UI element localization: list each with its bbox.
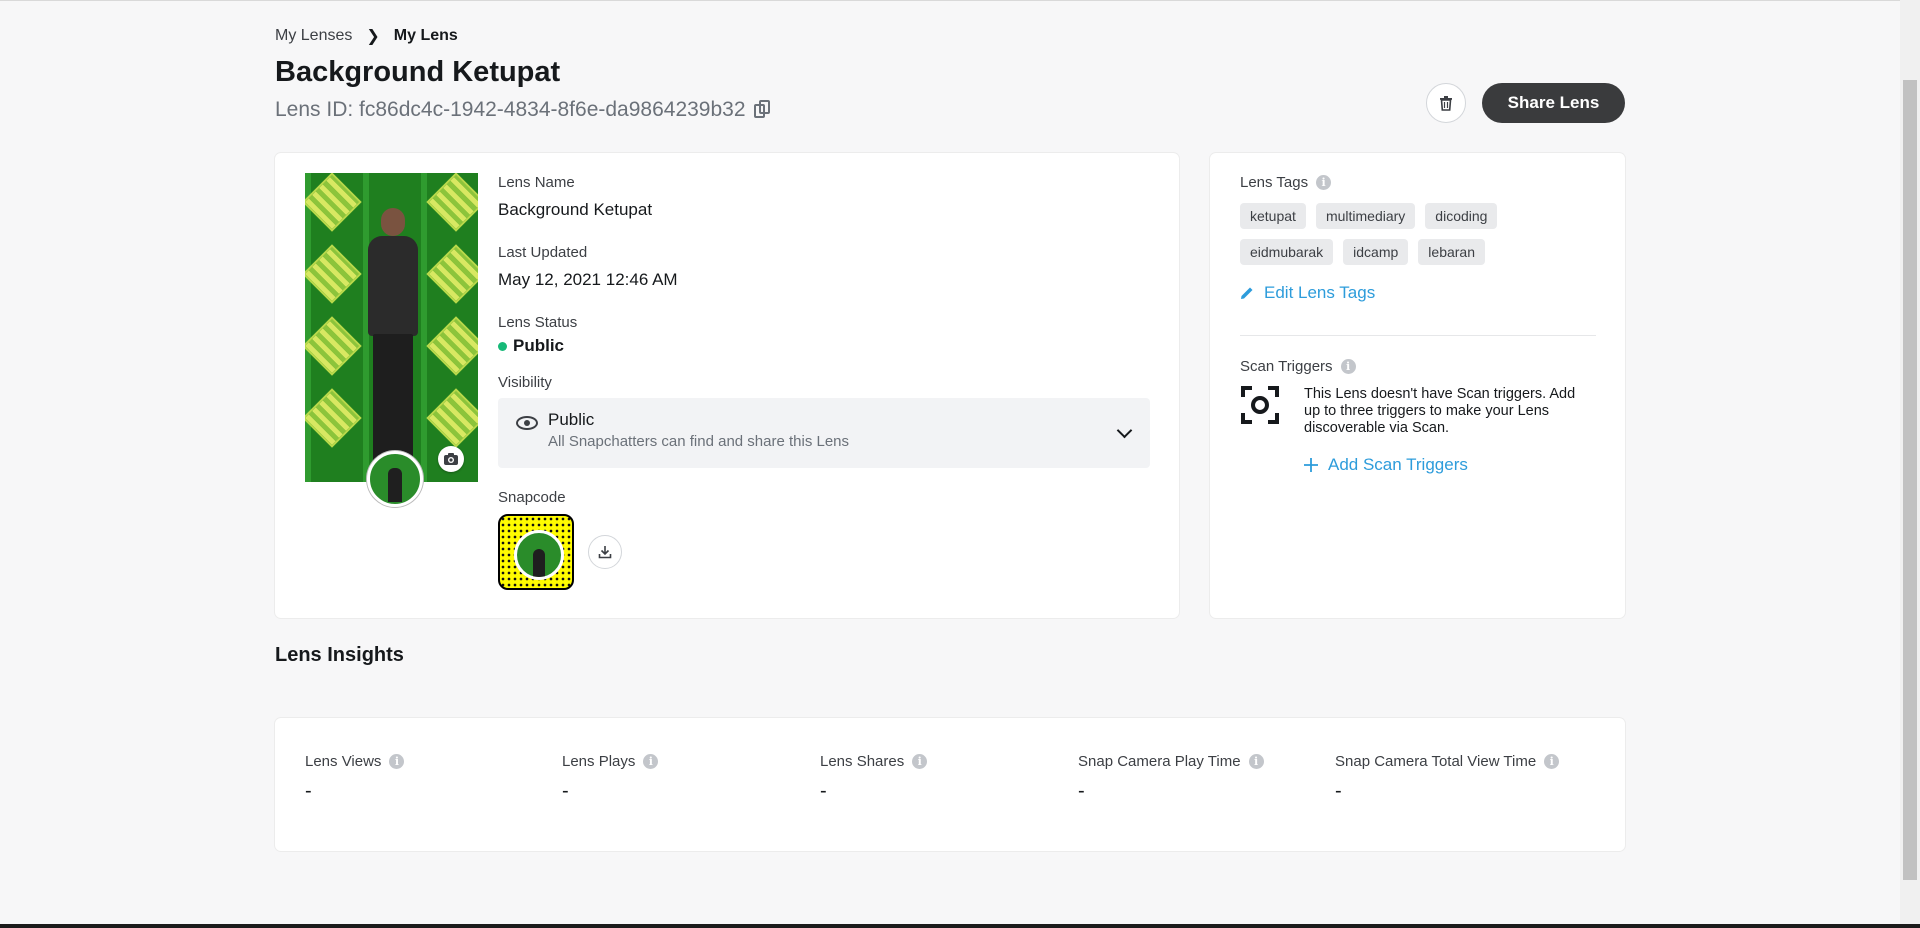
lens-tags-card: Lens Tags i ketupat multimediary dicodin… [1210,153,1625,618]
snapcode-image[interactable] [498,514,574,590]
lens-id: Lens ID: fc86dc4c-1942-4834-8f6e-da98642… [275,98,772,122]
download-snapcode-button[interactable] [588,535,622,569]
ketupat-pattern [426,244,478,304]
download-icon [598,546,612,559]
visibility-value: Public [548,410,595,429]
lens-details-card: Lens Name Background Ketupat Last Update… [275,153,1179,618]
scan-icon [1241,386,1279,424]
tag-chip: ketupat [1240,203,1306,229]
tag-list: ketupat multimediary dicoding eidmubarak… [1240,203,1600,265]
trash-icon [1440,96,1452,111]
insights-title: Lens Insights [275,644,404,666]
last-updated-value: May 12, 2021 12:46 AM [498,270,678,289]
divider [1240,335,1596,336]
metric-label: Snap Camera Total View Time [1335,753,1537,770]
info-icon[interactable]: i [389,754,405,769]
ketupat-pattern [305,388,362,448]
metric-label: Snap Camera Play Time [1078,753,1241,770]
info-icon[interactable]: i [643,754,659,769]
lens-tags-header: Lens Tags i [1240,174,1332,191]
last-updated-label: Last Updated [498,244,588,261]
ketupat-pattern [305,173,362,232]
lens-status-value: Public [513,336,565,355]
visibility-dropdown[interactable]: Public All Snapchatters can find and sha… [498,398,1150,468]
visibility-description: All Snapchatters can find and share this… [548,433,850,450]
delete-button[interactable] [1426,83,1466,123]
tag-chip: eidmubarak [1240,239,1334,265]
bottom-bar [0,924,1920,928]
camera-icon [444,453,458,465]
edit-lens-tags-link[interactable]: Edit Lens Tags [1240,283,1375,303]
metric-label: Lens Shares [820,753,905,770]
scrollbar[interactable] [1900,0,1920,924]
pencil-icon [1241,287,1253,299]
lens-status-label: Lens Status [498,314,578,331]
breadcrumb-current: My Lens [393,27,458,44]
metric-lens-plays: Lens Plays i - [562,753,659,803]
plus-icon [1304,458,1318,472]
lens-status: Public [498,336,564,356]
snapcode-label: Snapcode [498,489,566,506]
lens-icon-avatar [367,451,423,507]
lens-insights-card: Lens Views i - Lens Plays i - Lens Shares i… [275,718,1625,851]
metric-snap-camera-total-view-time: Snap Camera Total View Time i - [1335,753,1560,803]
person-figure [363,208,423,468]
metric-value: - [1078,780,1085,802]
top-border [0,0,1900,1]
change-thumbnail-button[interactable] [438,446,464,472]
tag-chip: dicoding [1425,203,1498,229]
info-icon[interactable]: i [1316,175,1332,190]
metric-value: - [820,780,827,802]
tag-chip: lebaran [1418,239,1485,265]
metric-lens-views: Lens Views i - [305,753,405,803]
lens-name-value: Background Ketupat [498,200,653,219]
info-icon[interactable]: i [1340,359,1356,374]
ketupat-pattern [426,316,478,376]
status-dot [498,341,507,351]
lens-name-label: Lens Name [498,174,575,191]
info-icon[interactable]: i [1544,754,1560,769]
info-icon[interactable]: i [1248,754,1264,769]
chevron-down-icon [1116,422,1133,439]
tag-chip: multimediary [1315,203,1416,229]
metric-label: Lens Plays [562,753,636,770]
add-scan-triggers-link[interactable]: Add Scan Triggers [1304,455,1468,475]
metric-lens-shares: Lens Shares i - [820,753,928,803]
copy-icon[interactable] [753,100,772,120]
page-title: Background Ketupat [275,56,561,88]
breadcrumb-my-lenses[interactable]: My Lenses [275,27,352,45]
eye-icon [516,416,538,430]
scan-triggers-header: Scan Triggers i [1240,358,1356,375]
ketupat-pattern [426,173,478,232]
tag-chip: idcamp [1343,239,1409,265]
lens-preview-image[interactable] [305,173,478,482]
scan-triggers-label: Scan Triggers [1240,358,1333,375]
info-icon[interactable]: i [912,754,928,769]
metric-value: - [305,780,312,802]
chevron-right-icon: ❯ [366,28,380,45]
ketupat-pattern [426,388,478,448]
scrollbar-thumb[interactable] [1903,80,1917,880]
metric-value: - [562,780,569,802]
ketupat-pattern [305,316,362,376]
lens-tags-label: Lens Tags [1240,174,1309,191]
scan-triggers-description: This Lens doesn't have Scan triggers. Ad… [1304,386,1576,436]
metric-label: Lens Views [305,753,382,770]
edit-lens-tags-label: Edit Lens Tags [1264,283,1376,302]
visibility-label: Visibility [498,374,552,391]
metric-value: - [1335,780,1342,802]
metric-snap-camera-play-time: Snap Camera Play Time i - [1078,753,1264,803]
share-lens-button[interactable]: Share Lens [1482,83,1625,123]
lens-id-text: Lens ID: fc86dc4c-1942-4834-8f6e-da98642… [275,98,746,121]
add-scan-triggers-label: Add Scan Triggers [1328,455,1468,474]
breadcrumb: My Lenses ❯ My Lens [275,26,458,46]
ketupat-pattern [305,244,362,304]
